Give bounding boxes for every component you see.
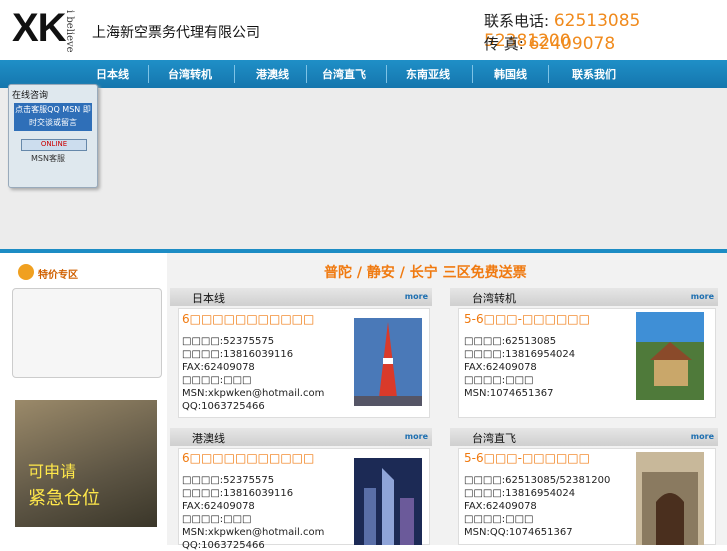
card-phone: □□□□:62513085 [464,336,557,347]
msn-service-link[interactable]: MSN客服 [31,153,65,164]
nav-korea[interactable]: 韩国线 [494,66,527,82]
consult-chat-button[interactable]: 点击客服QQ MSN 即时交谈或留言 [14,103,92,131]
nav-southeast-asia[interactable]: 东南亚线 [406,66,450,82]
more-link[interactable]: more [405,292,428,301]
consult-title: 在线咨询 [12,91,49,101]
sidebar-title: 特价专区 [8,262,156,284]
ad-text-1: 可申请 [28,462,77,481]
card-contact: □□□□:□□□ [182,514,252,525]
special-offer-icon [18,264,34,280]
card-title[interactable]: 5-6□□□-□□□□□□ [464,312,590,326]
card-mobile: □□□□:13816954024 [464,488,576,499]
hong-kong-skyline-photo [354,458,422,545]
card-mobile: □□□□:13816954024 [464,349,576,360]
logo[interactable]: XK [12,6,67,51]
card-header-japan: 日本线 more [170,288,432,306]
header: XK i believe 上海新空票务代理有限公司 联系电话: 62513085… [0,0,727,60]
card-header-taiwan-transfer: 台湾转机 more [450,288,718,306]
nav-divider [234,65,235,83]
card-msn: MSN:1074651367 [464,388,554,399]
main-nav: 日本线 台湾转机 港澳线 台湾直飞 东南亚线 韩国线 联系我们 [0,60,727,88]
card-title[interactable]: 6□□□□□□□□□□□ [182,312,314,326]
card-phone: □□□□:62513085/52381200 [464,475,611,486]
nav-taiwan-direct[interactable]: 台湾直飞 [322,66,366,82]
nav-divider [472,65,473,83]
banner [0,88,727,250]
card-fax: FAX:62409078 [182,501,255,512]
card-header-title: 台湾转机 [472,292,516,305]
taiwan-temple-photo [636,452,704,545]
nav-contact[interactable]: 联系我们 [572,66,616,82]
card-contact: □□□□:□□□ [182,375,252,386]
card-header-title: 日本线 [192,292,225,305]
card-title[interactable]: 6□□□□□□□□□□□ [182,451,314,465]
online-consult-widget: 在线咨询 点击客服QQ MSN 即时交谈或留言 ONLINE MSN客服 [8,84,98,188]
sidebar-title-text: 特价专区 [38,270,78,281]
card-header-hk-macau: 港澳线 more [170,428,432,446]
nav-divider [148,65,149,83]
card-phone: □□□□:52375575 [182,336,275,347]
free-delivery-headline: 普陀 / 静安 / 长宁 三区免费送票 [324,265,527,281]
nav-taiwan-transfer[interactable]: 台湾转机 [168,66,212,82]
special-offer-box [12,288,162,378]
logo-tagline: i believe [64,10,75,53]
ad-text-2: 紧急仓位 [28,488,100,509]
card-msn: MSN:xkpwken@hotmail.com [182,388,325,399]
more-link[interactable]: more [405,432,428,441]
card-contact: □□□□:□□□ [464,514,534,525]
card-fax: FAX:62409078 [464,362,537,373]
card-qq: QQ:1063725466 [182,401,265,412]
taiwan-building-photo [636,312,704,400]
nav-divider [306,65,307,83]
card-fax: FAX:62409078 [464,501,537,512]
more-link[interactable]: more [691,432,714,441]
card-title[interactable]: 5-6□□□-□□□□□□ [464,451,590,465]
card-header-title: 台湾直飞 [472,432,516,445]
card-mobile: □□□□:13816039116 [182,488,294,499]
card-header-taiwan-direct: 台湾直飞 more [450,428,718,446]
fax-label: 传 真: [484,35,524,53]
more-link[interactable]: more [691,292,714,301]
card-contact: □□□□:□□□ [464,375,534,386]
card-msn: MSN:QQ:1074651367 [464,527,573,538]
card-header-title: 港澳线 [192,432,225,445]
nav-divider [386,65,387,83]
nav-hk-macau[interactable]: 港澳线 [256,66,289,82]
nav-divider [548,65,549,83]
company-name: 上海新空票务代理有限公司 [92,25,260,41]
card-mobile: □□□□:13816039116 [182,349,294,360]
online-status-button[interactable]: ONLINE [21,139,87,151]
tokyo-tower-photo [354,318,422,406]
phone-label: 联系电话: [484,12,550,30]
card-msn: MSN:xkpwken@hotmail.com [182,527,325,538]
card-qq: QQ:1063725466 [182,540,265,551]
card-fax: FAX:62409078 [182,362,255,373]
nav-japan[interactable]: 日本线 [96,66,129,82]
fax-row: 传 真: 62409078 [484,33,615,54]
card-phone: □□□□:52375575 [182,475,275,486]
fax-number: 62409078 [528,34,616,54]
